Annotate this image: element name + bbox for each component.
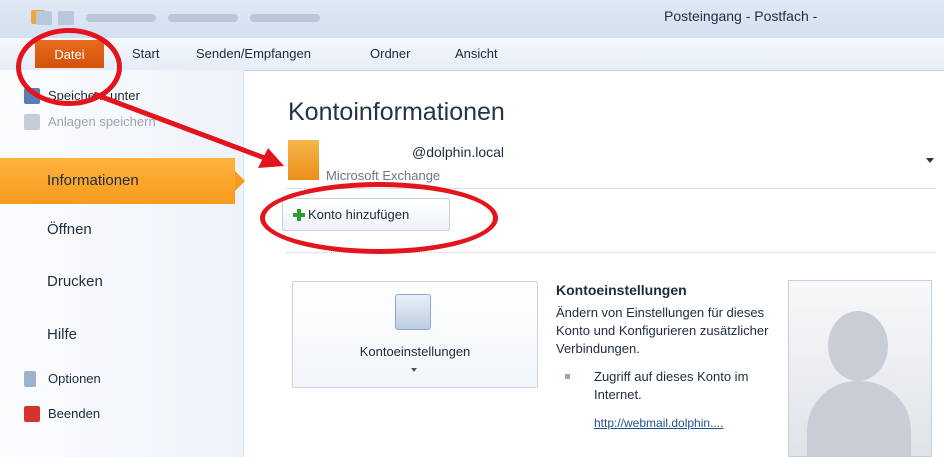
sidebar-item-hilfe[interactable]: Hilfe bbox=[47, 326, 77, 343]
save-attachments-label: Anlagen speichern bbox=[48, 114, 156, 129]
options-icon bbox=[24, 370, 36, 387]
sidebar-item-oeffnen[interactable]: Öffnen bbox=[47, 221, 92, 238]
backstage-sidebar: Speichern unter Anlagen speichern Inform… bbox=[0, 70, 245, 457]
window-title: Posteingang - Postfach - bbox=[664, 8, 818, 24]
sidebar-item-drucken[interactable]: Drucken bbox=[47, 273, 103, 290]
tab-senden-empfangen[interactable]: Senden/Empfangen bbox=[196, 46, 311, 61]
send-receive-icon[interactable] bbox=[36, 11, 52, 25]
account-type: Microsoft Exchange bbox=[326, 168, 441, 183]
arrow-head bbox=[258, 148, 284, 168]
tab-ansicht[interactable]: Ansicht bbox=[455, 46, 498, 61]
web-access-text: Zugriff auf dieses Konto im Internet. bbox=[594, 369, 749, 402]
account-settings-title: Kontoeinstellungen bbox=[556, 282, 687, 298]
account-settings-button-label: Kontoeinstellungen bbox=[359, 344, 471, 359]
dropdown-arrow-icon bbox=[411, 368, 417, 372]
quick-access-toolbar bbox=[36, 8, 320, 28]
account-settings-button[interactable]: Kontoeinstellungen bbox=[292, 281, 538, 388]
save-attachments-command[interactable]: Anlagen speichern bbox=[24, 113, 156, 130]
save-as-command[interactable]: Speichern unter bbox=[24, 87, 140, 104]
section-divider bbox=[286, 252, 936, 253]
add-account-label: Konto hinzufügen bbox=[308, 207, 410, 222]
sidebar-item-label: Informationen bbox=[47, 172, 139, 189]
exit-command[interactable]: Beenden bbox=[24, 405, 101, 422]
chevron-down-icon[interactable] bbox=[926, 158, 934, 163]
avatar-body-shape bbox=[807, 381, 911, 456]
account-selector[interactable]: @dolphin.local Microsoft Exchange bbox=[286, 134, 936, 189]
tab-start[interactable]: Start bbox=[132, 46, 159, 61]
close-icon bbox=[24, 405, 40, 422]
exit-label: Beenden bbox=[48, 406, 101, 421]
save-as-icon bbox=[24, 87, 40, 104]
attachment-icon bbox=[24, 113, 40, 130]
options-label: Optionen bbox=[48, 371, 101, 386]
plus-icon bbox=[293, 208, 305, 221]
blurred-toolbar-area bbox=[168, 14, 238, 22]
account-settings-description: Ändern von Einstellungen für dieses Kont… bbox=[556, 305, 769, 356]
options-command[interactable]: Optionen bbox=[24, 370, 101, 387]
bullet-icon bbox=[565, 374, 570, 379]
account-email: @dolphin.local bbox=[412, 144, 505, 160]
avatar bbox=[788, 280, 932, 457]
blurred-toolbar-area bbox=[86, 14, 156, 22]
exchange-account-icon bbox=[288, 140, 319, 180]
tab-datei[interactable]: Datei bbox=[35, 40, 104, 68]
avatar-head-shape bbox=[828, 311, 888, 381]
account-settings-icon bbox=[395, 294, 431, 330]
blurred-toolbar-area bbox=[250, 14, 320, 22]
webmail-link[interactable]: http://webmail.dolphin.... bbox=[594, 416, 723, 430]
page-title: Kontoinformationen bbox=[288, 98, 505, 126]
tab-ordner[interactable]: Ordner bbox=[370, 46, 410, 61]
undo-icon[interactable] bbox=[58, 11, 74, 25]
save-as-label: Speichern unter bbox=[48, 88, 140, 103]
add-account-button[interactable]: Konto hinzufügen bbox=[282, 198, 450, 231]
sidebar-item-informationen[interactable]: Informationen bbox=[0, 158, 245, 204]
ribbon-tab-bar: Start Senden/Empfangen Ordner Ansicht bbox=[0, 38, 944, 71]
title-bar: Posteingang - Postfach - bbox=[0, 0, 944, 38]
